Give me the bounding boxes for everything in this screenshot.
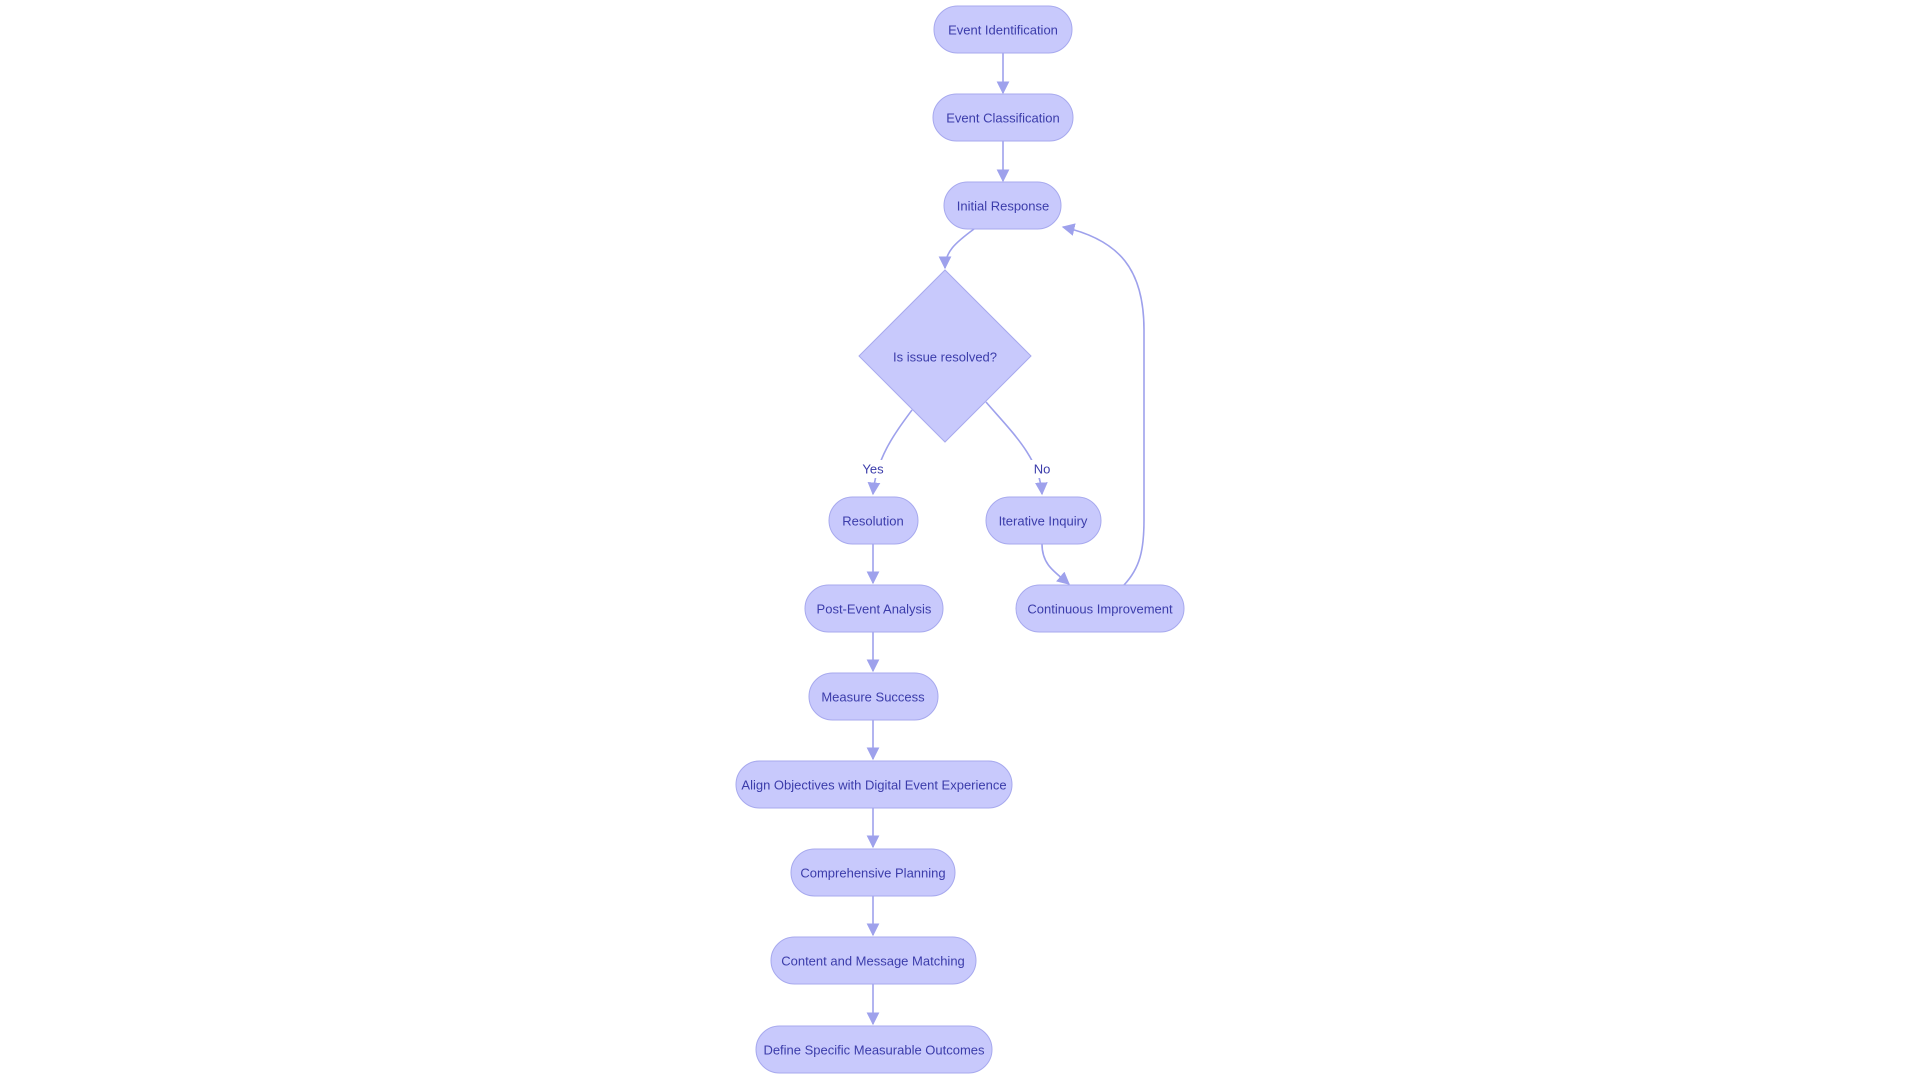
node-content-matching[interactable]: Content and Message Matching bbox=[770, 936, 977, 985]
edge-response-decision bbox=[938, 228, 975, 270]
node-label: Post-Event Analysis bbox=[817, 602, 932, 617]
node-initial-response[interactable]: Initial Response bbox=[943, 181, 1062, 230]
node-label: Resolution bbox=[842, 514, 903, 529]
node-measure-success[interactable]: Measure Success bbox=[808, 672, 939, 721]
node-label: Initial Response bbox=[957, 199, 1050, 214]
node-continuous-improvement[interactable]: Continuous Improvement bbox=[1015, 584, 1185, 633]
node-label: Define Specific Measurable Outcomes bbox=[763, 1043, 985, 1058]
node-label: Iterative Inquiry bbox=[999, 514, 1088, 529]
node-iterative-inquiry[interactable]: Iterative Inquiry bbox=[985, 496, 1102, 545]
node-label: Comprehensive Planning bbox=[800, 866, 945, 881]
node-post-event-analysis[interactable]: Post-Event Analysis bbox=[804, 584, 944, 633]
edge-decision-inquiry bbox=[985, 401, 1048, 496]
edge-label-yes: Yes bbox=[862, 462, 884, 477]
edge-inquiry-improvement bbox=[1041, 543, 1070, 585]
node-label: Measure Success bbox=[821, 690, 925, 705]
node-define-outcomes[interactable]: Define Specific Measurable Outcomes bbox=[755, 1025, 993, 1074]
edge-decision-resolution bbox=[867, 409, 913, 496]
node-label: Continuous Improvement bbox=[1027, 602, 1173, 617]
node-event-identification[interactable]: Event Identification bbox=[933, 5, 1073, 54]
node-label: Content and Message Matching bbox=[781, 954, 965, 969]
node-event-classification[interactable]: Event Classification bbox=[932, 93, 1074, 142]
node-decision[interactable]: Is issue resolved? bbox=[858, 269, 1032, 443]
node-label: Is issue resolved? bbox=[893, 350, 997, 365]
flowchart: Yes No Event Identification Event Classi… bbox=[735, 5, 1185, 1074]
node-label: Event Classification bbox=[946, 111, 1059, 126]
node-align-objectives[interactable]: Align Objectives with Digital Event Expe… bbox=[735, 760, 1013, 809]
node-label: Align Objectives with Digital Event Expe… bbox=[741, 778, 1006, 793]
node-resolution[interactable]: Resolution bbox=[828, 496, 919, 545]
node-label: Event Identification bbox=[948, 23, 1058, 38]
edge-label-no: No bbox=[1034, 462, 1051, 477]
node-comprehensive-planning[interactable]: Comprehensive Planning bbox=[790, 848, 956, 897]
